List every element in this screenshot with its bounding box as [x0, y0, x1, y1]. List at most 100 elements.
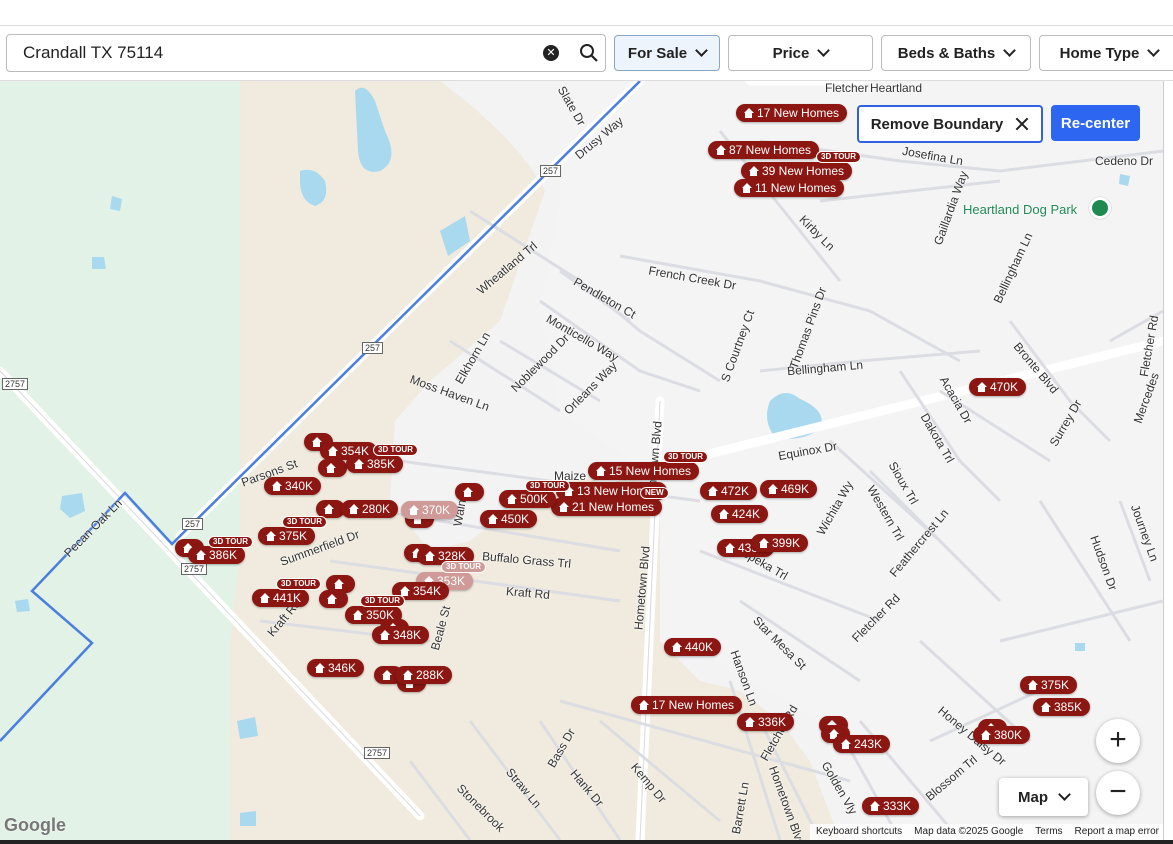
map-canvas[interactable]: 257 257 2757 257 2757 2757 Slate Dr Drus… [0, 81, 1163, 840]
3d-tour-badge: 3D TOUR [441, 561, 486, 573]
remove-boundary-button[interactable]: Remove Boundary [857, 105, 1043, 143]
zoom-out-button[interactable]: − [1096, 771, 1140, 815]
highway-shield: 257 [362, 342, 384, 354]
listing-marker[interactable]: 441K [252, 589, 310, 607]
recenter-button[interactable]: Re-center [1051, 105, 1140, 141]
home-icon [408, 504, 419, 516]
listing-marker[interactable]: 288K [395, 666, 453, 684]
for-sale-label: For Sale [627, 44, 688, 62]
3d-tour-badge: 3D TOUR [663, 451, 708, 463]
close-icon [1015, 117, 1029, 131]
top-bar [0, 0, 1173, 26]
report-error-link[interactable]: Report a map error [1075, 826, 1159, 838]
highway-shield: 257 [540, 165, 562, 177]
home-icon [402, 669, 413, 681]
highway-shield: 2757 [364, 747, 391, 759]
home-icon [506, 493, 517, 505]
home-icon [314, 662, 325, 674]
listing-marker[interactable]: 380K [973, 726, 1031, 744]
clear-search-icon[interactable]: ✕ [543, 45, 559, 61]
beds-baths-filter-button[interactable]: Beds & Baths [881, 35, 1031, 71]
home-icon [259, 592, 270, 604]
listing-marker[interactable]: 375K [1020, 676, 1078, 694]
listing-marker[interactable]: 385K [1033, 698, 1091, 716]
scrollbar[interactable] [1163, 81, 1173, 840]
listing-marker[interactable]: 340K [264, 477, 322, 495]
listing-marker[interactable]: 370K [401, 501, 459, 519]
search-icon[interactable] [579, 43, 599, 63]
zoom-in-button[interactable]: + [1096, 719, 1140, 763]
listing-marker[interactable]: 17 New Homes [736, 104, 848, 122]
listing-marker[interactable]: 450K [480, 510, 538, 528]
map-type-button[interactable]: Map [999, 778, 1088, 816]
listing-marker[interactable]: 469K [760, 480, 818, 498]
listing-marker[interactable] [318, 459, 347, 477]
home-icon [1027, 679, 1038, 691]
price-filter-button[interactable]: Price [728, 35, 873, 71]
beds-baths-label: Beds & Baths [897, 44, 996, 62]
listing-marker[interactable]: 500K [499, 490, 557, 508]
home-icon [195, 549, 206, 561]
keyboard-shortcuts-link[interactable]: Keyboard shortcuts [816, 826, 902, 838]
listing-marker[interactable] [455, 483, 484, 501]
listing-marker[interactable]: 424K [711, 505, 769, 523]
listing-marker[interactable]: 399K [751, 534, 809, 552]
home-type-filter-button[interactable]: Home Type [1039, 35, 1173, 71]
remove-boundary-label: Remove Boundary [870, 115, 1004, 133]
for-sale-filter-button[interactable]: For Sale [614, 35, 720, 71]
home-icon [741, 182, 752, 194]
home-icon [724, 542, 735, 554]
listing-marker[interactable]: 39 New Homes [741, 162, 853, 180]
chevron-down-icon [1058, 788, 1071, 801]
listing-marker[interactable]: 346K [307, 659, 365, 677]
listing-marker[interactable]: 440K [664, 638, 722, 656]
listing-marker[interactable]: 348K [372, 626, 430, 644]
listing-marker[interactable] [319, 590, 348, 608]
listing-marker[interactable]: 333K [862, 797, 920, 815]
search-box[interactable]: ✕ [6, 34, 606, 72]
listing-marker[interactable]: 472K [700, 482, 758, 500]
price-label: Price [772, 44, 810, 62]
listing-marker[interactable]: 336K [737, 713, 795, 731]
home-icon [558, 501, 569, 513]
listing-marker[interactable]: 470K [969, 378, 1027, 396]
listing-marker[interactable]: 87 New Homes [708, 141, 820, 159]
street-label: Fletcher [825, 81, 869, 95]
street-label: Cedeno Dr [1095, 154, 1154, 168]
chevron-down-icon [1003, 44, 1017, 57]
search-input[interactable] [7, 35, 527, 71]
listing-marker[interactable]: 243K [833, 735, 891, 753]
listing-marker[interactable]: 11 New Homes [734, 179, 845, 197]
street-label: Heartland [870, 81, 923, 95]
listing-marker[interactable]: 280K [341, 500, 399, 518]
listing-marker[interactable]: 15 New Homes [588, 462, 700, 480]
chevron-down-icon [695, 44, 708, 57]
home-icon [424, 550, 435, 562]
home-icon [980, 729, 991, 741]
home-icon [748, 165, 759, 177]
home-icon [758, 537, 769, 549]
home-icon [595, 465, 606, 477]
terms-link[interactable]: Terms [1035, 826, 1062, 838]
listing-marker[interactable]: 386K [188, 546, 246, 564]
map-type-label: Map [1018, 788, 1048, 806]
home-icon [271, 480, 282, 492]
home-type-label: Home Type [1059, 44, 1140, 62]
3d-tour-badge: 3D TOUR [360, 595, 405, 607]
listing-marker[interactable]: 385K [346, 455, 404, 473]
3d-tour-badge: 3D TOUR [282, 516, 327, 528]
listing-marker[interactable]: 17 New Homes [631, 696, 743, 714]
highway-shield: 2757 [181, 563, 208, 575]
home-icon [379, 629, 390, 641]
listing-marker[interactable]: 21 New Homes [551, 498, 663, 516]
home-icon [265, 530, 276, 542]
3d-tour-badge: 3D TOUR [525, 480, 570, 492]
map-data-text: Map data ©2025 Google [914, 826, 1024, 837]
recenter-label: Re-center [1060, 114, 1131, 132]
home-icon [715, 144, 726, 156]
park-icon [1089, 197, 1111, 219]
listing-marker[interactable]: 375K [258, 527, 316, 545]
home-icon [327, 445, 338, 457]
google-logo: Google [4, 815, 66, 835]
highway-shield: 2757 [2, 378, 29, 390]
